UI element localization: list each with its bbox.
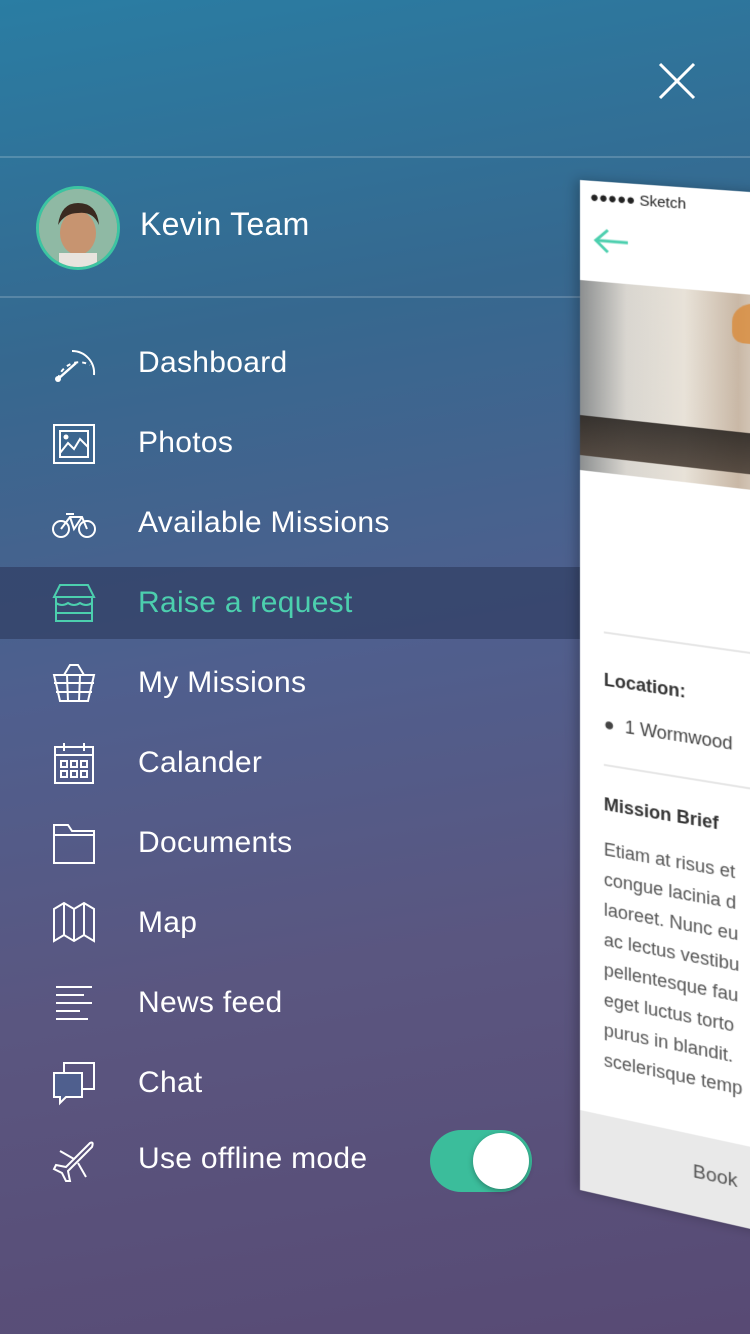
location-pin-icon: ● (604, 714, 615, 736)
bicycle-icon (50, 499, 98, 547)
preview-divider (604, 631, 750, 668)
menu-label-my-missions: My Missions (138, 666, 306, 700)
mission-photo (580, 280, 750, 501)
menu-label-dashboard: Dashboard (138, 346, 287, 380)
preview-status-bar: ●●●●● Sketch (590, 189, 686, 213)
chat-icon (50, 1059, 98, 1107)
menu-item-raise-request[interactable]: Raise a request (0, 567, 580, 639)
map-icon (50, 899, 98, 947)
photos-icon (50, 419, 98, 467)
menu-label-map: Map (138, 906, 197, 940)
location-value: ● 1 Wormwood (604, 714, 733, 755)
menu-item-photos[interactable]: Photos (0, 403, 580, 483)
menu-item-news-feed[interactable]: News feed (0, 963, 580, 1043)
mission-preview-card[interactable]: ●●●●● Sketch Location: ● 1 Wormwood Miss… (580, 180, 750, 1251)
side-menu: Dashboard Photos Available Missions Rais… (0, 323, 580, 1123)
close-button[interactable] (656, 60, 698, 102)
menu-label-available-missions: Available Missions (138, 506, 390, 540)
news-feed-icon (50, 979, 98, 1027)
toggle-knob (473, 1133, 529, 1189)
close-icon (656, 60, 698, 102)
menu-label-photos: Photos (138, 426, 233, 460)
mission-brief-label: Mission Brief (604, 794, 719, 834)
menu-label-calendar: Calander (138, 746, 262, 780)
offline-mode-label: Use offline mode (138, 1142, 367, 1176)
menu-label-chat: Chat (138, 1066, 203, 1100)
avatar (36, 186, 120, 270)
menu-item-available-missions[interactable]: Available Missions (0, 483, 580, 563)
menu-item-calendar[interactable]: Calander (0, 723, 580, 803)
airplane-icon (50, 1137, 98, 1185)
back-arrow-icon[interactable] (592, 225, 632, 258)
profile-name: Kevin Team (140, 206, 310, 243)
menu-item-chat[interactable]: Chat (0, 1043, 580, 1123)
mission-brief-text: Etiam at risus et congue lacinia d laore… (604, 834, 750, 1127)
menu-item-map[interactable]: Map (0, 883, 580, 963)
basket-icon (50, 659, 98, 707)
menu-item-my-missions[interactable]: My Missions (0, 643, 580, 723)
lamp-shape (732, 301, 750, 347)
menu-item-documents[interactable]: Documents (0, 803, 580, 883)
book-button-label: Book (693, 1161, 738, 1193)
book-button[interactable]: Book (580, 1110, 750, 1251)
calendar-icon (50, 739, 98, 787)
dashboard-icon (50, 339, 98, 387)
location-label: Location: (604, 669, 686, 702)
menu-label-raise-request: Raise a request (138, 586, 353, 620)
folder-icon (50, 819, 98, 867)
menu-label-news-feed: News feed (138, 986, 282, 1020)
store-icon (50, 579, 98, 627)
menu-label-documents: Documents (138, 826, 292, 860)
clothes-rack-shape (580, 415, 750, 485)
menu-item-dashboard[interactable]: Dashboard (0, 323, 580, 403)
offline-mode-toggle[interactable] (430, 1130, 532, 1192)
location-value-text: 1 Wormwood (625, 717, 733, 754)
profile-header[interactable]: Kevin Team (0, 158, 580, 296)
